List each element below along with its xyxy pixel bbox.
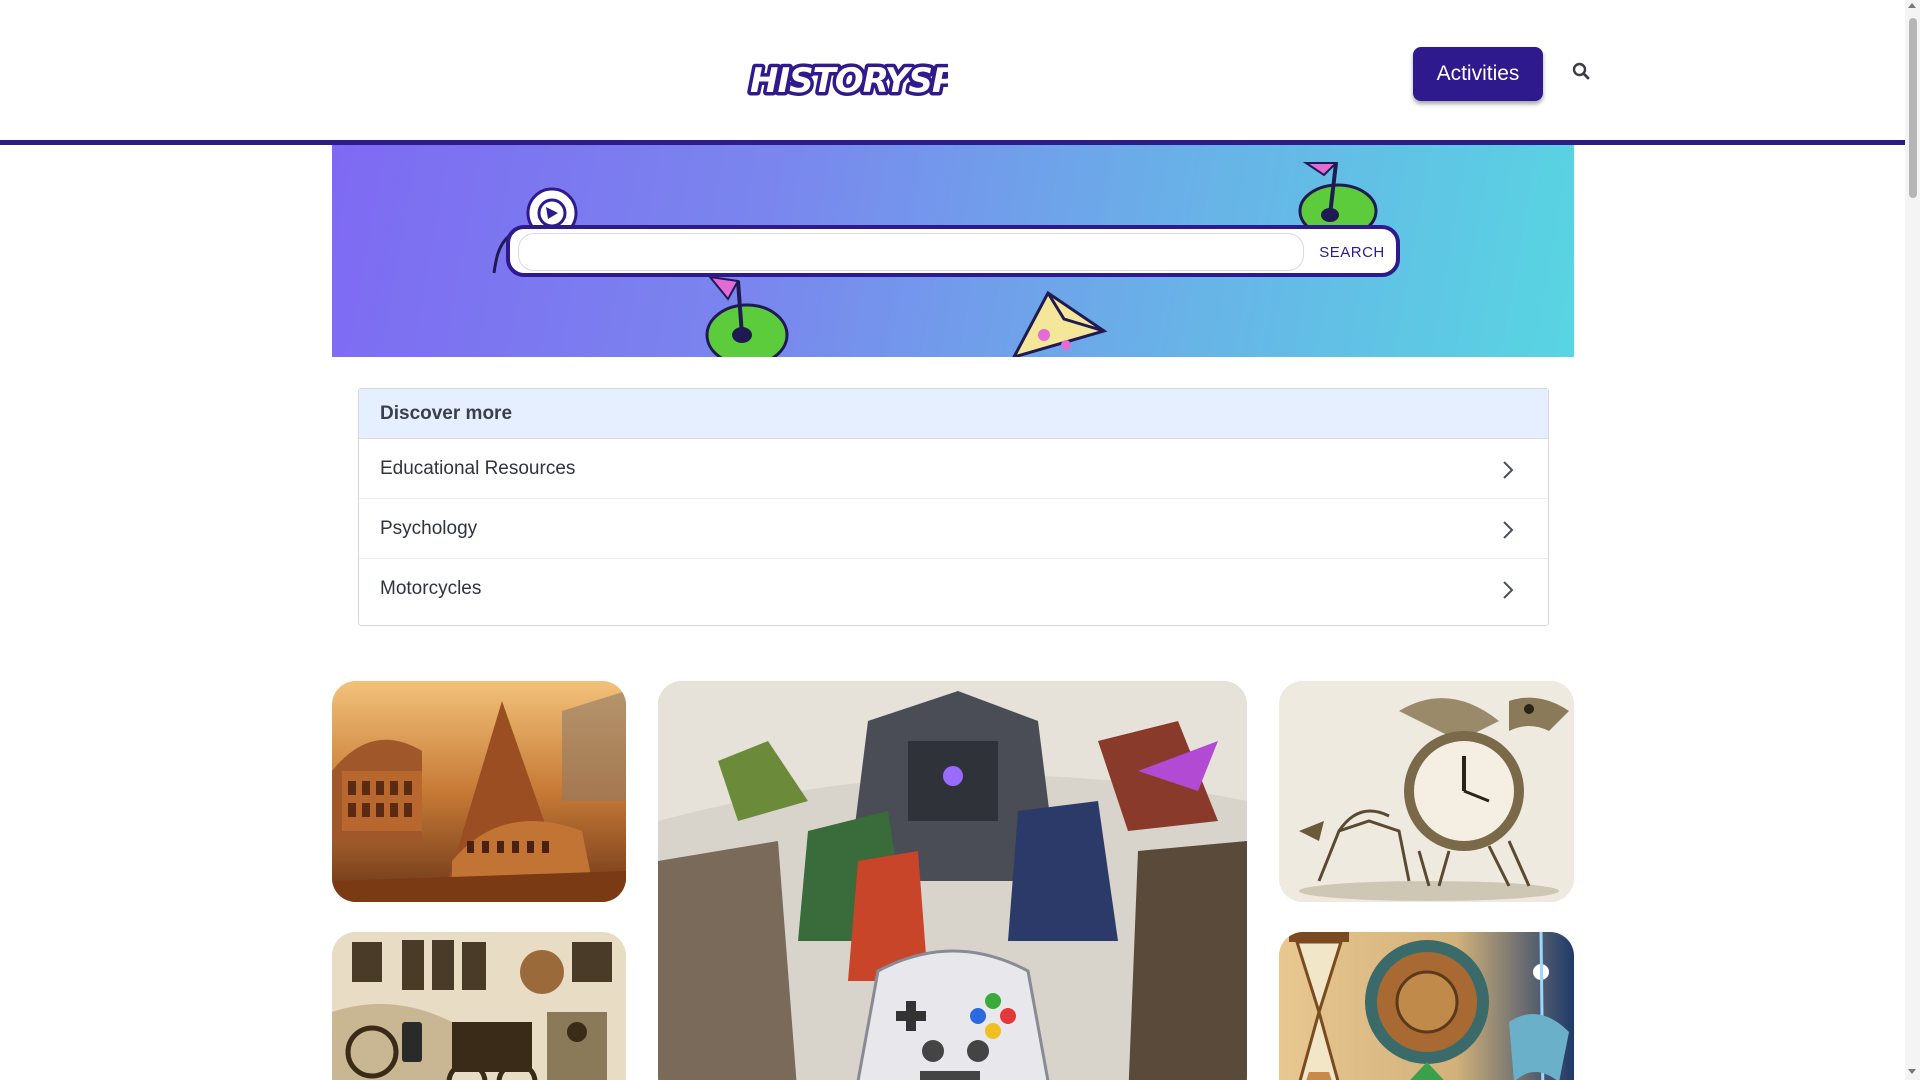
scroll-down-arrow-icon[interactable] bbox=[1908, 1069, 1916, 1074]
gallery-image-industrial-revolution[interactable] bbox=[332, 932, 626, 1080]
scrollbar-thumb[interactable] bbox=[1909, 18, 1917, 198]
golf-flag-sticker-icon bbox=[705, 275, 789, 357]
discover-more-panel: Discover more Educational Resources Psyc… bbox=[358, 388, 1549, 626]
search-icon[interactable] bbox=[1568, 58, 1594, 84]
logo-wordmark: HISTORYSPOT bbox=[750, 61, 948, 101]
hero-search-bar: SEARCH bbox=[506, 225, 1400, 277]
hero-banner: SEARCH bbox=[332, 145, 1574, 357]
gallery-image-clock-bird-skeleton[interactable] bbox=[1279, 681, 1574, 902]
discover-item-label: Psychology bbox=[380, 517, 478, 539]
hero-search-button-label: SEARCH bbox=[1319, 243, 1385, 261]
discover-more-title: Discover more bbox=[359, 389, 1548, 439]
discover-item-motorcycles[interactable]: Motorcycles bbox=[359, 559, 1548, 619]
discover-item-label: Motorcycles bbox=[380, 578, 482, 599]
discover-item-psychology[interactable]: Psychology bbox=[359, 499, 1548, 559]
site-header: HISTORYSPOT Activities bbox=[0, 0, 1905, 145]
gallery-image-ancient-architecture[interactable] bbox=[332, 681, 626, 902]
golf-flag-sticker-icon bbox=[1298, 162, 1378, 229]
chevron-right-icon bbox=[1503, 581, 1514, 599]
pizza-slice-sticker-icon bbox=[1012, 291, 1108, 357]
scroll-up-arrow-icon[interactable] bbox=[1908, 3, 1916, 8]
activities-button[interactable]: Activities bbox=[1413, 47, 1543, 101]
discover-item-educational-resources[interactable]: Educational Resources bbox=[359, 439, 1548, 499]
chevron-right-icon bbox=[1503, 521, 1514, 539]
page-scrollbar[interactable] bbox=[1905, 0, 1920, 1080]
activities-button-label: Activities bbox=[1436, 62, 1520, 85]
gallery-image-video-game-characters[interactable] bbox=[658, 681, 1247, 1080]
chevron-right-icon bbox=[1503, 461, 1514, 479]
hero-search-button[interactable]: SEARCH bbox=[1312, 233, 1392, 271]
historyspot-logo[interactable]: HISTORYSPOT bbox=[744, 54, 1015, 105]
hero-search-input[interactable] bbox=[518, 233, 1304, 271]
discover-item-label: Educational Resources bbox=[380, 457, 576, 479]
gallery-image-hourglass-ornament[interactable] bbox=[1279, 932, 1574, 1080]
